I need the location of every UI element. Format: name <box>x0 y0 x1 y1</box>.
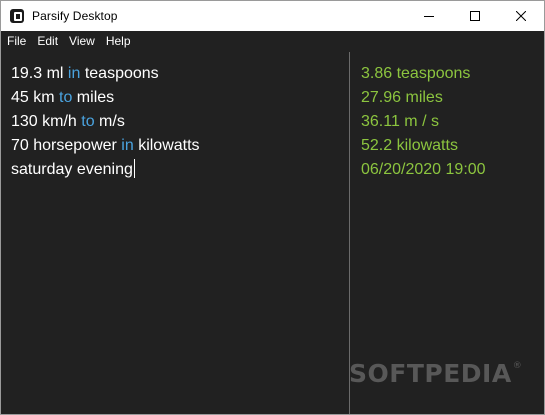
result-line[interactable]: 52.2 kilowatts <box>361 134 486 158</box>
title-bar[interactable]: Parsify Desktop <box>1 1 544 31</box>
parsify-logo-icon <box>10 9 24 23</box>
expression-unit: teaspoons <box>80 65 159 82</box>
minimize-icon <box>424 16 434 17</box>
keyword-token: in <box>121 137 134 154</box>
window-title: Parsify Desktop <box>32 9 118 23</box>
menu-file[interactable]: File <box>1 31 31 52</box>
expression-value: 70 horsepower <box>11 137 122 154</box>
expression-unit: m/s <box>94 113 125 130</box>
editor-line[interactable]: 130 km/h to m/s <box>11 110 200 134</box>
menu-view[interactable]: View <box>63 31 100 52</box>
maximize-icon <box>470 11 480 21</box>
result-line[interactable]: 27.96 miles <box>361 86 486 110</box>
expression-value: 19.3 ml <box>11 65 68 82</box>
watermark-text: SOFTPEDIA <box>349 359 512 388</box>
editor-line[interactable]: 19.3 ml in teaspoons <box>11 62 200 86</box>
registered-mark: ® <box>512 361 523 371</box>
editor-lines: 19.3 ml in teaspoons 45 km to miles 130 … <box>11 62 200 182</box>
text-caret <box>133 159 135 178</box>
softpedia-watermark: SOFTPEDIA® <box>349 359 522 388</box>
expression-editor[interactable]: 19.3 ml in teaspoons 45 km to miles 130 … <box>1 52 349 414</box>
menu-help[interactable]: Help <box>100 31 136 52</box>
editor-line-active[interactable]: saturday evening <box>11 158 200 182</box>
menu-edit[interactable]: Edit <box>31 31 63 52</box>
keyword-token: to <box>81 113 95 130</box>
keyword-token: to <box>59 89 73 106</box>
expression-value: 45 km <box>11 89 60 106</box>
keyword-token: in <box>67 65 81 82</box>
close-icon <box>516 11 526 21</box>
expression-unit: miles <box>72 89 115 106</box>
close-button[interactable] <box>498 1 544 31</box>
expression-value: 130 km/h <box>11 113 82 130</box>
result-line[interactable]: 06/20/2020 19:00 <box>361 158 486 182</box>
editor-line[interactable]: 45 km to miles <box>11 86 200 110</box>
result-lines: 3.86 teaspoons 27.96 miles 36.11 m / s 5… <box>361 62 486 182</box>
expression-value: saturday evening <box>11 161 133 178</box>
expression-unit: kilowatts <box>133 137 200 154</box>
app-window: Parsify Desktop File Edit View Help 19.3… <box>0 0 545 415</box>
result-line[interactable]: 3.86 teaspoons <box>361 62 486 86</box>
menu-bar: File Edit View Help <box>1 31 544 52</box>
window-controls <box>406 1 544 31</box>
minimize-button[interactable] <box>406 1 452 31</box>
editor-line[interactable]: 70 horsepower in kilowatts <box>11 134 200 158</box>
maximize-button[interactable] <box>452 1 498 31</box>
result-line[interactable]: 36.11 m / s <box>361 110 486 134</box>
